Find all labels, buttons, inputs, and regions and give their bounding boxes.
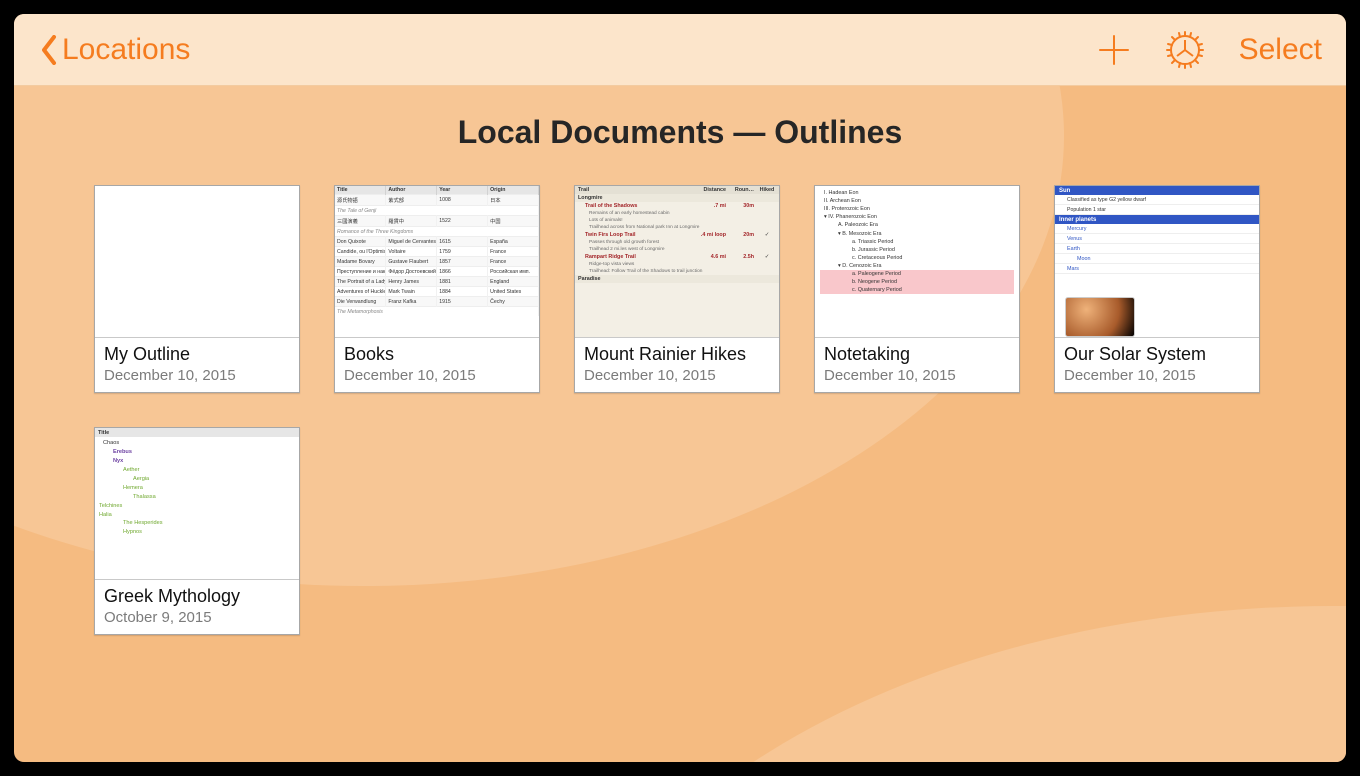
document-date: December 10, 2015 [824,367,1010,384]
document-date: December 10, 2015 [584,367,770,384]
document-date: December 10, 2015 [344,367,530,384]
page-title: Local Documents — Outlines [14,114,1346,151]
document-card[interactable]: TrailDistanceRoun…HikedLongmireTrail of … [574,185,780,393]
document-date: October 9, 2015 [104,609,290,626]
settings-button[interactable] [1165,30,1205,70]
document-thumbnail: SunClassified as type G2 yellow dwarfPop… [1055,186,1259,338]
content-area: Local Documents — Outlines My Outline De… [14,86,1346,762]
document-meta: Books December 10, 2015 [335,338,539,392]
document-meta: Greek Mythology October 9, 2015 [95,580,299,634]
documents-grid: My Outline December 10, 2015 TitleAuthor… [94,185,1266,635]
plus-icon [1097,33,1131,67]
document-card[interactable]: TitleAuthorYearOrigin源氏物語紫式部1008日本The Ta… [334,185,540,393]
document-meta: My Outline December 10, 2015 [95,338,299,392]
document-thumbnail: TitleChaosErebusNyxAetherAergiaHemeraTha… [95,428,299,580]
navbar-actions: Select [1097,30,1322,70]
document-card[interactable]: TitleChaosErebusNyxAetherAergiaHemeraTha… [94,427,300,635]
app-window: Locations [14,14,1346,762]
document-card[interactable]: SunClassified as type G2 yellow dwarfPop… [1054,185,1260,393]
document-date: December 10, 2015 [1064,367,1250,384]
document-card[interactable]: I. Hadean EonII. Archean EonIII. Protero… [814,185,1020,393]
document-thumbnail: I. Hadean EonII. Archean EonIII. Protero… [815,186,1019,338]
document-title: Greek Mythology [104,586,290,607]
document-meta: Our Solar System December 10, 2015 [1055,338,1259,392]
back-button[interactable]: Locations [40,33,190,67]
document-title: Notetaking [824,344,1010,365]
document-title: Mount Rainier Hikes [584,344,770,365]
document-date: December 10, 2015 [104,367,290,384]
document-meta: Notetaking December 10, 2015 [815,338,1019,392]
document-thumbnail [95,186,299,338]
document-thumbnail: TitleAuthorYearOrigin源氏物語紫式部1008日本The Ta… [335,186,539,338]
add-button[interactable] [1097,33,1131,67]
document-title: My Outline [104,344,290,365]
select-button[interactable]: Select [1239,33,1322,67]
gear-icon [1165,30,1205,70]
back-label: Locations [62,33,190,67]
navbar: Locations [14,14,1346,86]
document-card[interactable]: My Outline December 10, 2015 [94,185,300,393]
document-title: Books [344,344,530,365]
document-title: Our Solar System [1064,344,1250,365]
document-meta: Mount Rainier Hikes December 10, 2015 [575,338,779,392]
document-thumbnail: TrailDistanceRoun…HikedLongmireTrail of … [575,186,779,338]
chevron-left-icon [40,35,58,65]
